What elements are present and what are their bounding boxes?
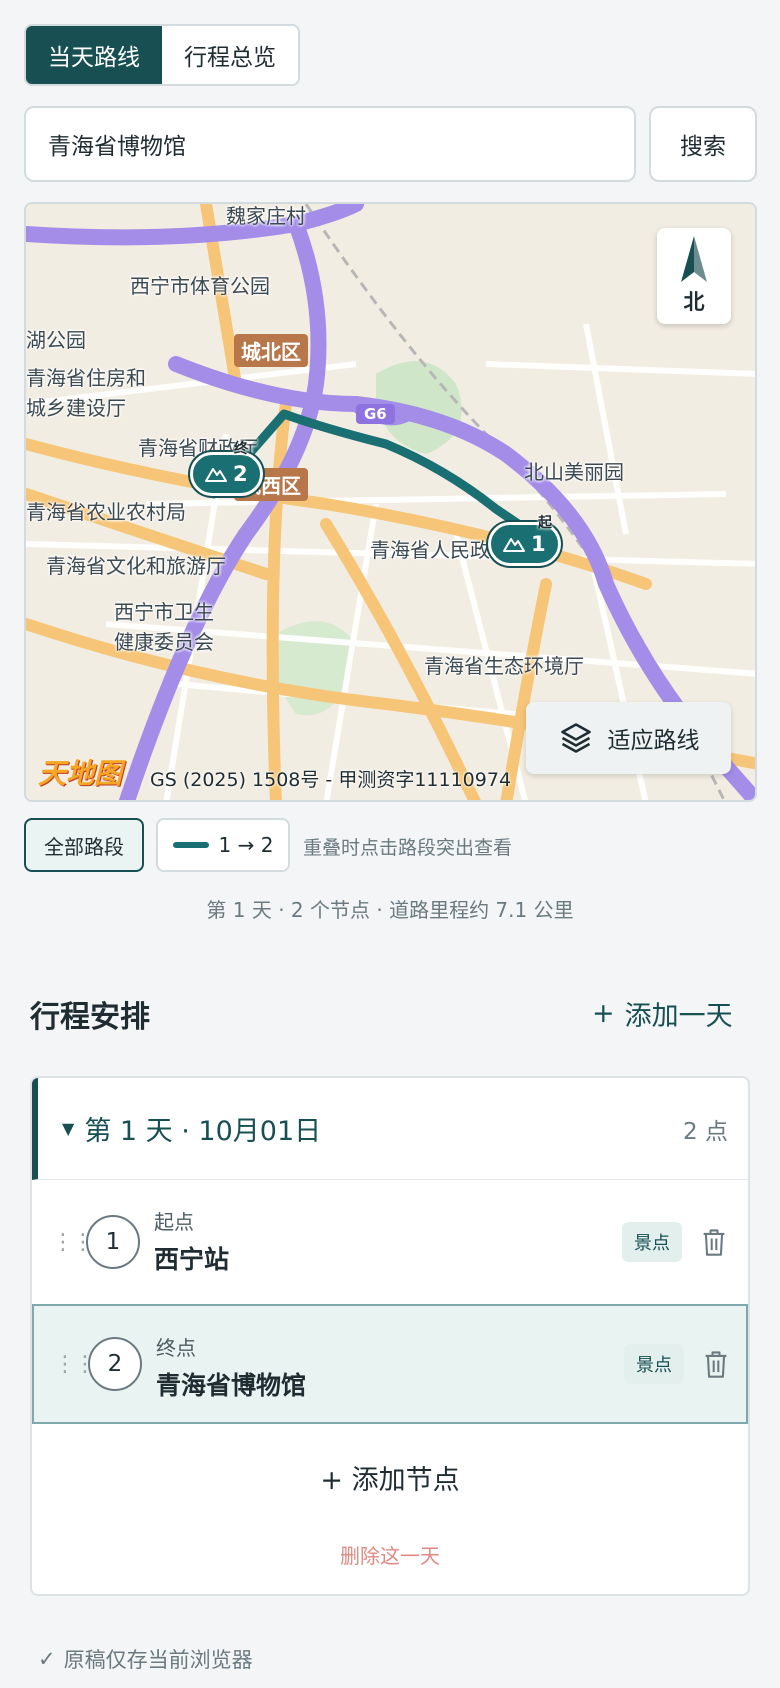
save-status: ✓ 原稿仅存当前浏览器	[38, 1644, 253, 1674]
fit-route-button[interactable]: 适应路线	[526, 702, 731, 774]
add-day-button[interactable]: + 添加一天	[592, 994, 733, 1033]
map-label: 青海省文化和旅游厅	[46, 554, 226, 578]
marker-number: 2	[233, 462, 248, 486]
map-label: 北山美丽园	[524, 460, 624, 484]
stop-type-tag[interactable]: 景点	[622, 1222, 682, 1262]
map-view[interactable]: 魏家庄村 西宁市体育公园 湖公园 青海省住房和 城乡建设厅 青海省财政厅 青海省…	[24, 202, 757, 802]
search-input[interactable]	[24, 106, 636, 182]
map-label: 青海省住房和	[26, 366, 146, 390]
segment-chip-label: 1 → 2	[218, 833, 274, 857]
stop-role: 终点	[156, 1336, 196, 1360]
add-day-label: 添加一天	[624, 1001, 733, 1032]
stop-number: 1	[86, 1215, 140, 1269]
tianditu-logo: 天地图	[38, 757, 123, 790]
tab-trip-overview[interactable]: 行程总览	[162, 26, 298, 84]
search-button[interactable]: 搜索	[649, 106, 757, 182]
map-label: 健康委员会	[114, 630, 214, 654]
add-node-label: 添加节点	[351, 1465, 460, 1496]
day-title: 第 1 天 · 10月01日	[84, 1116, 322, 1147]
marker-end-tag: 终	[234, 441, 248, 457]
caret-down-icon: ▼	[62, 1119, 75, 1138]
map-label: 湖公园	[26, 328, 86, 352]
stop-item[interactable]: ⋮⋮ 1 起点 西宁站 景点	[32, 1180, 748, 1304]
view-tabs: 当天路线 行程总览	[24, 24, 300, 86]
all-segments-chip[interactable]: 全部路段	[24, 818, 144, 872]
map-copyright: GS (2025) 1508号 - 甲测资字11110974	[150, 769, 512, 791]
layers-icon	[560, 723, 591, 753]
delete-day-button[interactable]: 删除这一天	[32, 1540, 748, 1569]
mountain-icon	[205, 468, 227, 482]
district-label: 城北区	[234, 334, 308, 367]
check-icon: ✓	[38, 1647, 56, 1671]
add-node-button[interactable]: + 添加节点	[32, 1458, 748, 1497]
trash-icon[interactable]	[700, 1227, 728, 1257]
fit-route-label: 适应路线	[607, 728, 700, 754]
stop-name: 西宁站	[154, 1245, 230, 1274]
stop-role: 起点	[154, 1210, 194, 1234]
marker-end[interactable]: 2	[190, 452, 263, 496]
map-label: 青海省生态环境厅	[424, 654, 584, 678]
stop-name: 青海省博物馆	[156, 1371, 307, 1400]
day-header[interactable]: ▼ 第 1 天 · 10月01日 2 点	[32, 1078, 748, 1180]
itinerary-title: 行程安排	[30, 1000, 150, 1035]
map-label: 西宁市卫生	[114, 600, 214, 624]
marker-number: 1	[531, 532, 546, 556]
map-label: 城乡建设厅	[26, 396, 126, 420]
day-card: ▼ 第 1 天 · 10月01日 2 点 ⋮⋮ 1 起点 西宁站 景点 ⋮⋮ 2…	[30, 1076, 750, 1596]
plus-icon: +	[320, 1465, 352, 1496]
map-label: 魏家庄村	[226, 204, 306, 228]
stop-type-tag[interactable]: 景点	[624, 1344, 684, 1384]
plus-icon: +	[592, 998, 615, 1029]
day-stop-count: 2 点	[683, 1118, 728, 1145]
north-button[interactable]: 北	[657, 228, 731, 324]
trash-icon[interactable]	[702, 1349, 730, 1379]
highway-shield: G6	[356, 404, 395, 424]
stop-item-selected[interactable]: ⋮⋮ 2 终点 青海省博物馆 景点	[32, 1304, 748, 1424]
north-label: 北	[683, 290, 705, 314]
map-label: 西宁市体育公园	[130, 274, 270, 298]
segment-color-line	[172, 842, 209, 848]
segment-hint: 重叠时点击路段突出查看	[303, 837, 513, 859]
segment-chip-1-2[interactable]: 1 → 2	[156, 818, 290, 872]
tab-day-route[interactable]: 当天路线	[26, 26, 162, 84]
save-status-text: 原稿仅存当前浏览器	[63, 1648, 253, 1672]
route-summary: 第 1 天 · 2 个节点 · 道路里程约 7.1 公里	[206, 898, 574, 922]
compass-arrow-icon	[681, 236, 707, 282]
map-label: 青海省农业农村局	[26, 500, 186, 524]
stop-number: 2	[88, 1337, 142, 1391]
marker-start-tag: 起	[538, 515, 552, 531]
mountain-icon	[503, 538, 525, 552]
